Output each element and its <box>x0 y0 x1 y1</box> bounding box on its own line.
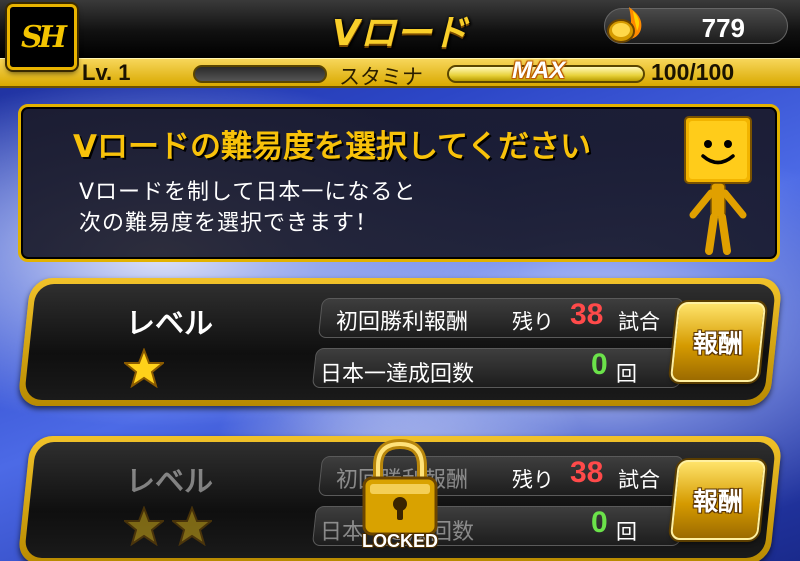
lock-overlay: LOCKED <box>352 438 448 556</box>
games-unit: 試合 <box>618 310 660 334</box>
info-panel: Vロードの難易度を選択してください Vロードを制して日本一になると 次の難易度を… <box>18 104 780 262</box>
first-win-label: 初回勝利報酬 <box>336 310 469 335</box>
stamina-value: 100/100 <box>651 59 735 85</box>
games-unit: 試合 <box>618 468 660 492</box>
team-logo-text: SH <box>20 19 67 55</box>
star-rating <box>124 506 212 550</box>
padlock-icon <box>362 438 438 536</box>
locked-label: LOCKED <box>362 531 438 551</box>
info-heading: Vロードの難易度を選択してください <box>73 129 592 165</box>
yellow-box-mascot-icon <box>684 116 752 255</box>
champion-count: 0 <box>591 506 608 539</box>
count-unit: 回 <box>616 520 637 544</box>
star-rating <box>124 348 164 392</box>
header-bar: Vロード 779 <box>0 0 800 58</box>
star-icon <box>124 348 164 388</box>
stamina-label: スタミナ <box>339 65 423 89</box>
remaining-count: 38 <box>570 298 604 331</box>
exp-bar <box>193 65 327 83</box>
player-level: Lv. 1 <box>82 60 131 85</box>
remaining-label: 残り <box>512 468 554 492</box>
level-card-1[interactable]: レベル 初回勝利報酬 残り 38 試合 日本一達成回数 0 回 報酬 <box>24 278 776 406</box>
champion-label: 日本一達成回数 <box>320 362 475 387</box>
level-label: レベル <box>126 306 214 340</box>
star-icon <box>124 506 164 546</box>
team-logo[interactable]: SH <box>7 4 77 70</box>
champion-count: 0 <box>591 348 608 381</box>
reward-button-label: 報酬 <box>692 329 743 358</box>
count-unit: 回 <box>616 362 637 386</box>
coin-count: 779 <box>701 13 745 43</box>
remaining-label: 残り <box>512 310 554 334</box>
reward-button-label: 報酬 <box>692 487 743 516</box>
reward-button[interactable]: 報酬 <box>669 460 767 540</box>
flaming-coin-icon <box>607 7 642 43</box>
level-label: レベル <box>126 464 214 498</box>
star-icon <box>172 506 212 546</box>
info-line-2: 次の難易度を選択できます！ <box>79 211 379 236</box>
info-body: Vロードを制して日本一になると 次の難易度を選択できます！ <box>79 177 416 239</box>
stamina-max-badge: MAX <box>512 57 566 84</box>
coin-counter: 779 <box>604 7 788 44</box>
remaining-count: 38 <box>570 456 604 489</box>
status-bar: Lv. 1 スタミナ MAX 100/100 <box>0 57 800 89</box>
info-line-1: Vロードを制して日本一になると <box>79 180 417 205</box>
reward-button[interactable]: 報酬 <box>669 302 767 382</box>
